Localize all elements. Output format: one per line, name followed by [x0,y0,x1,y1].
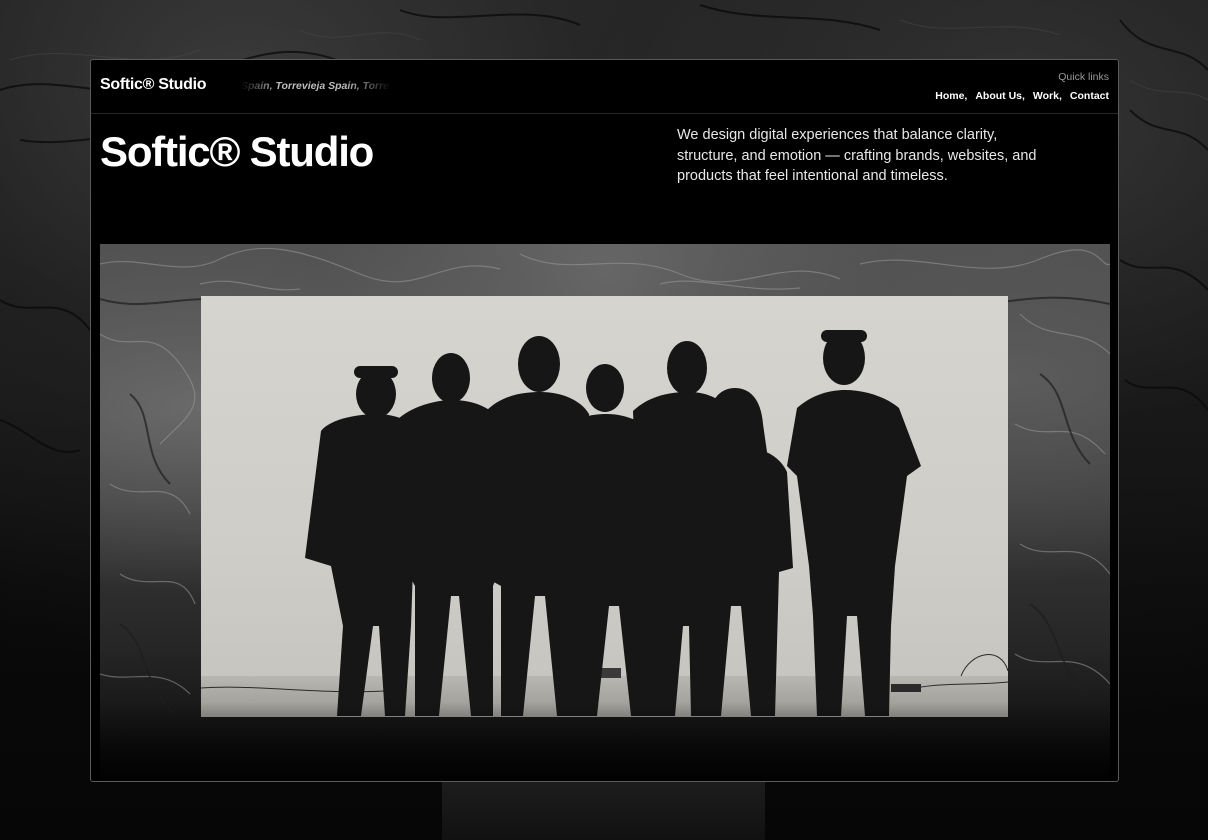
hero-media [100,244,1110,781]
team-silhouette-image [201,330,1008,717]
nav-link-contact[interactable]: Contact [1070,90,1109,102]
browser-window: Softic® Studio Spain, Torrevieja Spain, … [90,59,1119,782]
quick-links-label: Quick links [1058,71,1109,83]
bottom-fade [100,702,1110,781]
team-photo [201,296,1008,717]
nav-link-home[interactable]: Home, [935,90,967,102]
location-ticker: Spain, Torrevieja Spain, Torrevieja Spai… [241,80,391,92]
hero-title: Softic® Studio [100,128,374,175]
nav-link-about-us[interactable]: About Us, [975,90,1025,102]
nav-link-work[interactable]: Work, [1033,90,1062,102]
brand-logo-link[interactable]: Softic® Studio [100,76,207,94]
top-nav: Softic® Studio Spain, Torrevieja Spain, … [91,60,1118,114]
nav-links: Home, About Us, Work, Contact [935,90,1109,102]
monitor-stand [442,781,765,840]
hero-description: We design digital experiences that balan… [677,127,1037,184]
